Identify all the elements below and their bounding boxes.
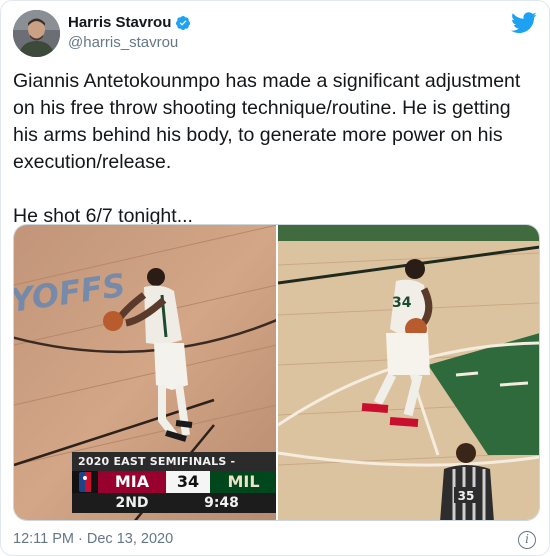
game-scoreboard: 2020 EAST SEMIFINALS - MIA 34 MIL 2ND 9:… [72, 452, 276, 513]
author-handle[interactable]: @harris_stavrou [68, 34, 178, 51]
tweet-text: Giannis Antetokounmpo has made a signifi… [13, 68, 539, 230]
tweet-paragraph: Giannis Antetokounmpo has made a signifi… [13, 70, 521, 173]
court-scene-right: 34 35 [278, 225, 539, 520]
tweet-card: Harris Stavrou @harris_stavrou Giannis A… [0, 0, 550, 556]
scoreboard-team2: MIL [210, 471, 276, 493]
person-avatar-icon [13, 10, 60, 57]
player-jersey-number: 34 [392, 295, 412, 311]
info-icon[interactable]: i [518, 531, 536, 549]
scoreboard-score: 34 [166, 471, 210, 493]
scoreboard-clock: 9:48 [204, 495, 239, 511]
author-name[interactable]: Harris Stavrou [68, 14, 171, 31]
referee-number: 35 [458, 489, 475, 503]
scoreboard-title: 2020 EAST SEMIFINALS - [72, 452, 276, 471]
twitter-bird-icon[interactable] [511, 12, 537, 34]
nba-logo-icon [72, 471, 98, 493]
tweet-timestamp[interactable]: 12:11 PM · Dec 13, 2020 [13, 531, 173, 547]
scoreboard-team1: MIA [98, 471, 166, 493]
author-name-row[interactable]: Harris Stavrou [68, 14, 191, 31]
media-image-left[interactable]: YOFFS 2020 EAST SEMIFINALS - MIA 34 MIL … [14, 225, 276, 520]
tweet-media[interactable]: YOFFS 2020 EAST SEMIFINALS - MIA 34 MIL … [13, 224, 540, 521]
scoreboard-quarter: 2ND [115, 495, 149, 511]
media-image-right[interactable]: 34 35 [278, 225, 539, 520]
verified-badge-icon [176, 15, 191, 30]
author-avatar[interactable] [13, 10, 60, 57]
